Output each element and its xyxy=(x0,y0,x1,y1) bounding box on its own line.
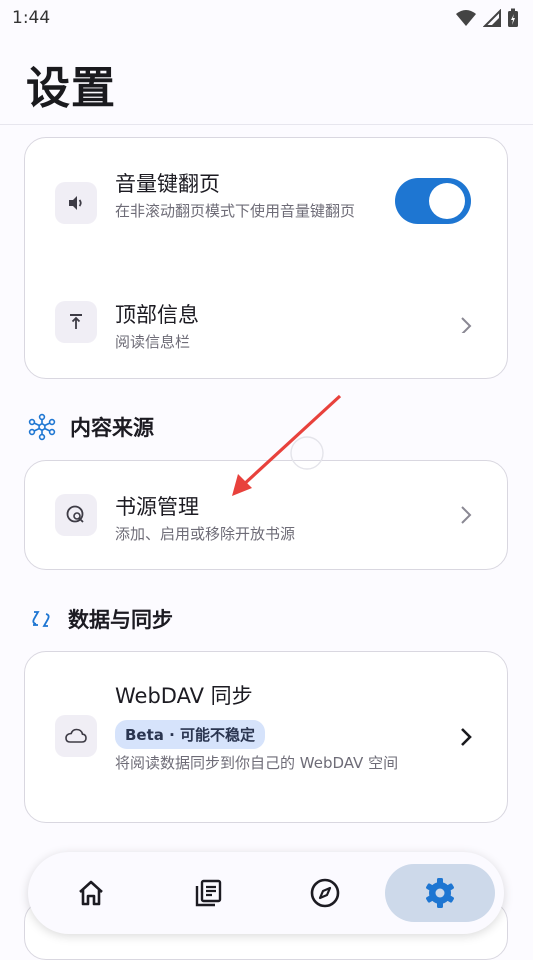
content-sources-title: 内容来源 xyxy=(70,416,154,440)
toggle-knob xyxy=(429,183,465,219)
wifi-icon xyxy=(456,10,476,26)
data-sync-section-header: 数据与同步 xyxy=(28,604,173,634)
volume-key-subtitle: 在非滚动翻页模式下使用音量键翻页 xyxy=(115,202,356,220)
top-info-row[interactable]: 顶部信息 阅读信息栏 xyxy=(25,263,507,380)
chevron-right-icon xyxy=(461,728,472,746)
status-bar: 1:44 xyxy=(0,0,533,36)
align-top-icon xyxy=(70,314,82,329)
nav-home[interactable] xyxy=(36,864,146,922)
signal-icon xyxy=(483,9,501,27)
top-info-subtitle: 阅读信息栏 xyxy=(115,333,191,351)
source-management-card[interactable]: 书源管理 添加、启用或移除开放书源 xyxy=(24,460,508,570)
battery-icon xyxy=(508,8,518,27)
hub-icon xyxy=(28,413,56,441)
header-divider xyxy=(0,124,533,125)
volume-key-row[interactable]: 音量键翻页 在非滚动翻页模式下使用音量键翻页 xyxy=(25,138,507,263)
beta-badge: Beta · 可能不稳定 xyxy=(115,720,266,749)
data-sync-title: 数据与同步 xyxy=(68,608,173,632)
webdav-subtitle: 将阅读数据同步到你自己的 WebDAV 空间 xyxy=(115,754,399,772)
status-time: 1:44 xyxy=(12,8,51,28)
content-sources-section-header: 内容来源 xyxy=(28,412,154,442)
page-title: 设置 xyxy=(26,63,116,114)
webdav-card[interactable]: WebDAV 同步 Beta · 可能不稳定 将阅读数据同步到你自己的 WebD… xyxy=(24,651,508,823)
volume-key-toggle[interactable] xyxy=(395,178,471,224)
top-info-title: 顶部信息 xyxy=(115,303,199,327)
home-icon xyxy=(79,880,103,906)
status-icons xyxy=(455,8,519,28)
nav-library[interactable] xyxy=(153,864,263,922)
library-icon xyxy=(195,879,222,907)
cloud-icon xyxy=(65,728,87,743)
nav-explore[interactable] xyxy=(270,864,380,922)
cloud-icon-box xyxy=(55,715,97,757)
volume-icon xyxy=(69,196,82,210)
top-info-icon-box xyxy=(55,301,97,343)
chevron-right-icon xyxy=(461,506,472,524)
volume-key-title: 音量键翻页 xyxy=(115,172,220,196)
chevron-right-icon xyxy=(461,317,472,333)
source-management-subtitle: 添加、启用或移除开放书源 xyxy=(115,525,296,543)
settings-gear-icon xyxy=(426,878,454,908)
source-management-title: 书源管理 xyxy=(115,495,199,519)
source-icon-box xyxy=(55,494,97,536)
reading-settings-card: 音量键翻页 在非滚动翻页模式下使用音量键翻页 顶部信息 阅读信息栏 xyxy=(24,137,508,379)
volume-icon-box xyxy=(55,182,97,224)
nav-settings[interactable] xyxy=(385,864,495,922)
source-search-icon xyxy=(66,505,84,523)
bottom-navigation xyxy=(28,852,504,934)
sync-icon xyxy=(32,611,50,627)
compass-icon xyxy=(310,878,340,908)
webdav-title: WebDAV 同步 xyxy=(115,684,253,708)
